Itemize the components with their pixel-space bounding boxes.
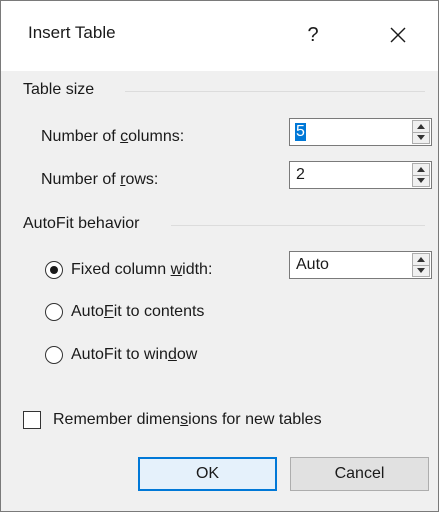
table-size-divider: [125, 91, 425, 92]
autofit-window-radio[interactable]: [45, 346, 63, 364]
title-bar: Insert Table ?: [1, 1, 438, 71]
help-icon: ?: [307, 23, 319, 46]
fixed-width-label[interactable]: Fixed column width:: [71, 261, 212, 279]
radio-selected-dot: [50, 266, 58, 274]
autofit-header: AutoFit behavior: [23, 215, 140, 232]
fixed-width-value[interactable]: Auto: [296, 256, 329, 274]
remember-dimensions-checkbox[interactable]: [23, 411, 41, 429]
fixed-width-spinner[interactable]: Auto: [289, 251, 432, 279]
fixed-width-up-arrow[interactable]: [412, 253, 430, 266]
close-icon: [390, 27, 406, 43]
fixed-width-down-arrow[interactable]: [412, 265, 430, 277]
autofit-window-label[interactable]: AutoFit to window: [71, 346, 197, 364]
rows-spin-arrows: [412, 163, 430, 187]
dialog-content: Table size Number of columns: 5 Number o…: [1, 71, 438, 511]
table-size-header: Table size: [23, 81, 95, 98]
help-button[interactable]: ?: [291, 15, 335, 55]
fixed-width-spin-arrows: [412, 253, 430, 277]
autofit-contents-radio[interactable]: [45, 303, 63, 321]
columns-spin-arrows: [412, 120, 430, 144]
ok-button[interactable]: OK: [138, 457, 277, 491]
columns-value[interactable]: 5: [295, 123, 306, 141]
columns-spinner[interactable]: 5: [289, 118, 432, 146]
rows-up-arrow[interactable]: [412, 163, 430, 176]
rows-value[interactable]: 2: [296, 166, 305, 184]
rows-spinner[interactable]: 2: [289, 161, 432, 189]
cancel-button[interactable]: Cancel: [290, 457, 429, 491]
spin-down-icon: [417, 268, 425, 274]
columns-up-arrow[interactable]: [412, 120, 430, 133]
columns-down-arrow[interactable]: [412, 132, 430, 144]
spin-up-icon: [417, 256, 425, 262]
remember-dimensions-label[interactable]: Remember dimensions for new tables: [53, 411, 322, 429]
columns-label: Number of columns:: [41, 128, 185, 145]
spin-up-icon: [417, 123, 425, 129]
fixed-width-radio[interactable]: [45, 261, 63, 279]
rows-down-arrow[interactable]: [412, 175, 430, 187]
rows-label: Number of rows:: [41, 171, 159, 188]
autofit-divider: [171, 225, 425, 226]
insert-table-dialog: Insert Table ? Table size Number of colu…: [0, 0, 439, 512]
autofit-contents-label[interactable]: AutoFit to contents: [71, 303, 204, 321]
spin-up-icon: [417, 166, 425, 172]
close-button[interactable]: [376, 15, 420, 55]
spin-down-icon: [417, 135, 425, 141]
dialog-title: Insert Table: [28, 23, 116, 42]
spin-down-icon: [417, 178, 425, 184]
